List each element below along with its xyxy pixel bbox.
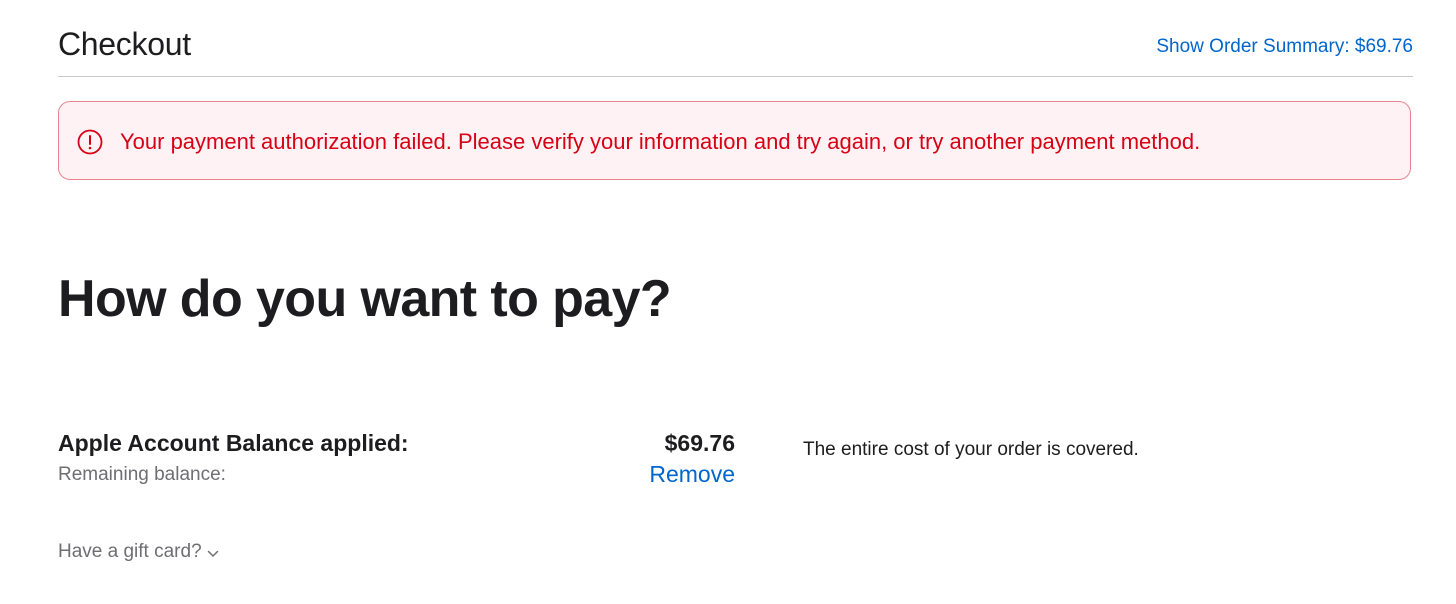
show-order-summary-link[interactable]: Show Order Summary: $69.76 [1156,35,1413,59]
chevron-down-icon [207,550,218,557]
order-covered-note: The entire cost of your order is covered… [803,439,1139,460]
exclamation-circle-icon [77,129,103,155]
remove-balance-link[interactable]: Remove [649,459,735,489]
account-balance-amount: $69.76 [664,430,735,456]
gift-card-label: Have a gift card? [58,541,202,562]
checkout-header: Checkout Show Order Summary: $69.76 [58,0,1413,77]
payment-error-message: Your payment authorization failed. Pleas… [120,129,1201,154]
gift-card-toggle[interactable]: Have a gift card? [58,539,219,565]
payment-method-heading: How do you want to pay? [58,270,672,328]
account-balance-label: Apple Account Balance applied: [58,430,409,456]
payment-error-banner: Your payment authorization failed. Pleas… [58,101,1411,180]
page-title: Checkout [58,26,191,62]
remaining-balance-label: Remaining balance: [58,464,226,485]
